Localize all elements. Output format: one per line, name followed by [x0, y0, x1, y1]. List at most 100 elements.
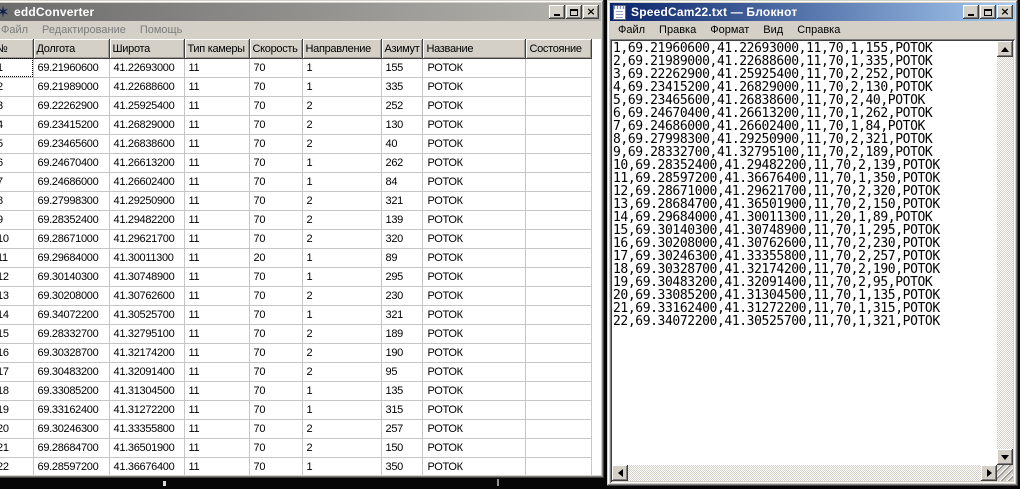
scroll-left-button[interactable]: [612, 465, 628, 481]
column-header[interactable]: Тип камеры: [184, 39, 249, 58]
table-cell[interactable]: 5: [0, 134, 33, 153]
table-cell[interactable]: РОТОК: [423, 419, 526, 438]
table-cell[interactable]: 70: [249, 153, 302, 172]
table-cell[interactable]: 130: [381, 115, 423, 134]
horizontal-scrollbar[interactable]: [612, 465, 997, 481]
table-cell[interactable]: РОТОК: [423, 172, 526, 191]
table-cell[interactable]: 19: [0, 400, 33, 419]
table-cell[interactable]: 11: [184, 286, 249, 305]
table-cell[interactable]: 41.29250900: [109, 191, 184, 210]
table-cell[interactable]: 2: [302, 362, 381, 381]
table-cell[interactable]: 2: [302, 286, 381, 305]
table-cell[interactable]: 6: [0, 153, 33, 172]
maximize-button[interactable]: [980, 5, 996, 19]
table-cell[interactable]: 20: [0, 419, 33, 438]
table-cell[interactable]: 11: [0, 248, 33, 267]
table-cell[interactable]: 1: [302, 172, 381, 191]
table-cell[interactable]: 70: [249, 286, 302, 305]
table-cell[interactable]: 69.23465600: [33, 134, 109, 153]
table-cell[interactable]: 70: [249, 96, 302, 115]
table-cell[interactable]: 350: [381, 457, 423, 475]
table-cell[interactable]: 70: [249, 419, 302, 438]
column-header[interactable]: Широта: [109, 39, 184, 58]
table-cell[interactable]: 70: [249, 362, 302, 381]
table-cell[interactable]: 2: [302, 191, 381, 210]
close-button[interactable]: ×: [583, 5, 599, 19]
scroll-up-button[interactable]: [997, 41, 1013, 57]
table-cell[interactable]: 2: [302, 96, 381, 115]
table-cell[interactable]: 11: [184, 457, 249, 475]
table-cell[interactable]: 21: [0, 438, 33, 457]
table-cell[interactable]: [526, 362, 592, 381]
table-cell[interactable]: 11: [184, 58, 249, 77]
table-cell[interactable]: [526, 267, 592, 286]
column-header[interactable]: Направление: [302, 39, 381, 58]
table-cell[interactable]: 22: [0, 457, 33, 475]
menu-item[interactable]: Правка: [652, 22, 703, 39]
table-cell[interactable]: 15: [0, 324, 33, 343]
table-cell[interactable]: 69.30246300: [33, 419, 109, 438]
table-cell[interactable]: 2: [302, 419, 381, 438]
table-cell[interactable]: 2: [302, 210, 381, 229]
table-cell[interactable]: 41.26829000: [109, 115, 184, 134]
table-cell[interactable]: 11: [184, 400, 249, 419]
table-cell[interactable]: [526, 210, 592, 229]
table-cell[interactable]: 321: [381, 191, 423, 210]
table-cell[interactable]: 11: [184, 343, 249, 362]
table-cell[interactable]: 2: [302, 324, 381, 343]
table-cell[interactable]: 69.29684000: [33, 248, 109, 267]
table-cell[interactable]: 335: [381, 77, 423, 96]
table-cell[interactable]: [526, 134, 592, 153]
table-cell[interactable]: 11: [184, 172, 249, 191]
table-cell[interactable]: 2: [302, 343, 381, 362]
table-cell[interactable]: 257: [381, 419, 423, 438]
resize-grip[interactable]: [997, 465, 1013, 481]
table-cell[interactable]: 10: [0, 229, 33, 248]
table-cell[interactable]: 70: [249, 457, 302, 475]
table-cell[interactable]: РОТОК: [423, 115, 526, 134]
table-cell[interactable]: 69.28671000: [33, 229, 109, 248]
table-cell[interactable]: РОТОК: [423, 210, 526, 229]
menu-item[interactable]: Справка: [790, 22, 847, 39]
table-cell[interactable]: РОТОК: [423, 324, 526, 343]
table-cell[interactable]: РОТОК: [423, 381, 526, 400]
table-cell[interactable]: 1: [302, 58, 381, 77]
table-cell[interactable]: 41.30748900: [109, 267, 184, 286]
notepad-text-area[interactable]: 1,69.21960600,41.22693000,11,70,1,155,РО…: [613, 42, 996, 464]
table-cell[interactable]: РОТОК: [423, 343, 526, 362]
table-cell[interactable]: 41.32795100: [109, 324, 184, 343]
table-cell[interactable]: 69.21960600: [33, 58, 109, 77]
table-cell[interactable]: 189: [381, 324, 423, 343]
scroll-right-button[interactable]: [981, 465, 997, 481]
table-cell[interactable]: 1: [302, 305, 381, 324]
table-cell[interactable]: 230: [381, 286, 423, 305]
table-cell[interactable]: 11: [184, 248, 249, 267]
table-cell[interactable]: 41.36501900: [109, 438, 184, 457]
table-cell[interactable]: 41.33355800: [109, 419, 184, 438]
table-cell[interactable]: РОТОК: [423, 96, 526, 115]
table-cell[interactable]: 7: [0, 172, 33, 191]
table-cell[interactable]: 11: [184, 153, 249, 172]
table-cell[interactable]: [526, 286, 592, 305]
table-cell[interactable]: [526, 400, 592, 419]
table-cell[interactable]: РОТОК: [423, 457, 526, 475]
table-cell[interactable]: 69.30208000: [33, 286, 109, 305]
table-cell[interactable]: [526, 172, 592, 191]
table-cell[interactable]: 11: [184, 191, 249, 210]
table-cell[interactable]: 69.24670400: [33, 153, 109, 172]
table-cell[interactable]: 8: [0, 191, 33, 210]
table-cell[interactable]: 1: [302, 400, 381, 419]
table-cell[interactable]: 69.24686000: [33, 172, 109, 191]
table-cell[interactable]: 321: [381, 305, 423, 324]
table-cell[interactable]: 155: [381, 58, 423, 77]
scroll-down-button[interactable]: [997, 449, 1013, 465]
table-cell[interactable]: 70: [249, 115, 302, 134]
table-cell[interactable]: 139: [381, 210, 423, 229]
table-cell[interactable]: 1: [302, 153, 381, 172]
table-cell[interactable]: 70: [249, 191, 302, 210]
table-cell[interactable]: [526, 324, 592, 343]
table-cell[interactable]: [526, 229, 592, 248]
table-cell[interactable]: 69.22262900: [33, 96, 109, 115]
table-cell[interactable]: 70: [249, 229, 302, 248]
table-cell[interactable]: 70: [249, 267, 302, 286]
